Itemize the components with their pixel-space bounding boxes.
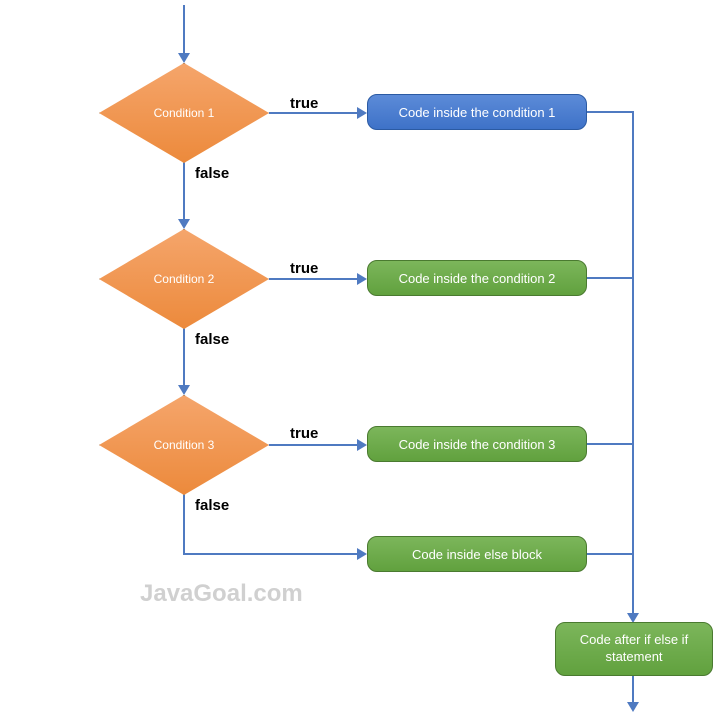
arrow-head-down (178, 219, 190, 229)
arrow-segment (587, 553, 634, 555)
arrow-head-down (627, 702, 639, 712)
arrow-segment (269, 444, 359, 446)
arrow-segment (183, 5, 185, 55)
edge-label-true-1: true (290, 95, 318, 112)
arrow-segment (183, 495, 185, 555)
process-code-2: Code inside the condition 2 (367, 260, 587, 296)
edge-label-false-1: false (195, 165, 229, 182)
decision-condition-3: Condition 3 (99, 395, 269, 495)
arrow-head-right (357, 107, 367, 119)
edge-label-false-3: false (195, 497, 229, 514)
arrow-head-down (178, 53, 190, 63)
process-label: Code inside the condition 2 (399, 271, 556, 286)
process-label: Code inside else block (412, 547, 542, 562)
arrow-head-right (357, 439, 367, 451)
edge-label-true-2: true (290, 260, 318, 277)
edge-label-true-3: true (290, 425, 318, 442)
arrow-segment (632, 676, 634, 704)
arrow-segment (183, 329, 185, 387)
decision-label: Condition 2 (154, 272, 215, 286)
decision-label: Condition 3 (154, 438, 215, 452)
process-code-else: Code inside else block (367, 536, 587, 572)
arrow-segment (269, 278, 359, 280)
process-code-after: Code after if else if statement (555, 622, 713, 676)
process-code-3: Code inside the condition 3 (367, 426, 587, 462)
process-label: Code inside the condition 1 (399, 105, 556, 120)
arrow-head-right (357, 273, 367, 285)
decision-label: Condition 1 (154, 106, 215, 120)
watermark-text: JavaGoal.com (140, 580, 303, 608)
process-label: Code inside the condition 3 (399, 437, 556, 452)
decision-condition-1: Condition 1 (99, 63, 269, 163)
process-label: Code after if else if statement (570, 632, 698, 666)
arrow-segment (183, 553, 359, 555)
arrow-segment (587, 277, 634, 279)
arrow-segment (632, 111, 634, 615)
arrow-head-right (357, 548, 367, 560)
edge-label-false-2: false (195, 331, 229, 348)
arrow-segment (183, 163, 185, 221)
process-code-1: Code inside the condition 1 (367, 94, 587, 130)
arrow-segment (587, 111, 634, 113)
arrow-head-down (178, 385, 190, 395)
arrow-segment (269, 112, 359, 114)
arrow-segment (587, 443, 634, 445)
decision-condition-2: Condition 2 (99, 229, 269, 329)
